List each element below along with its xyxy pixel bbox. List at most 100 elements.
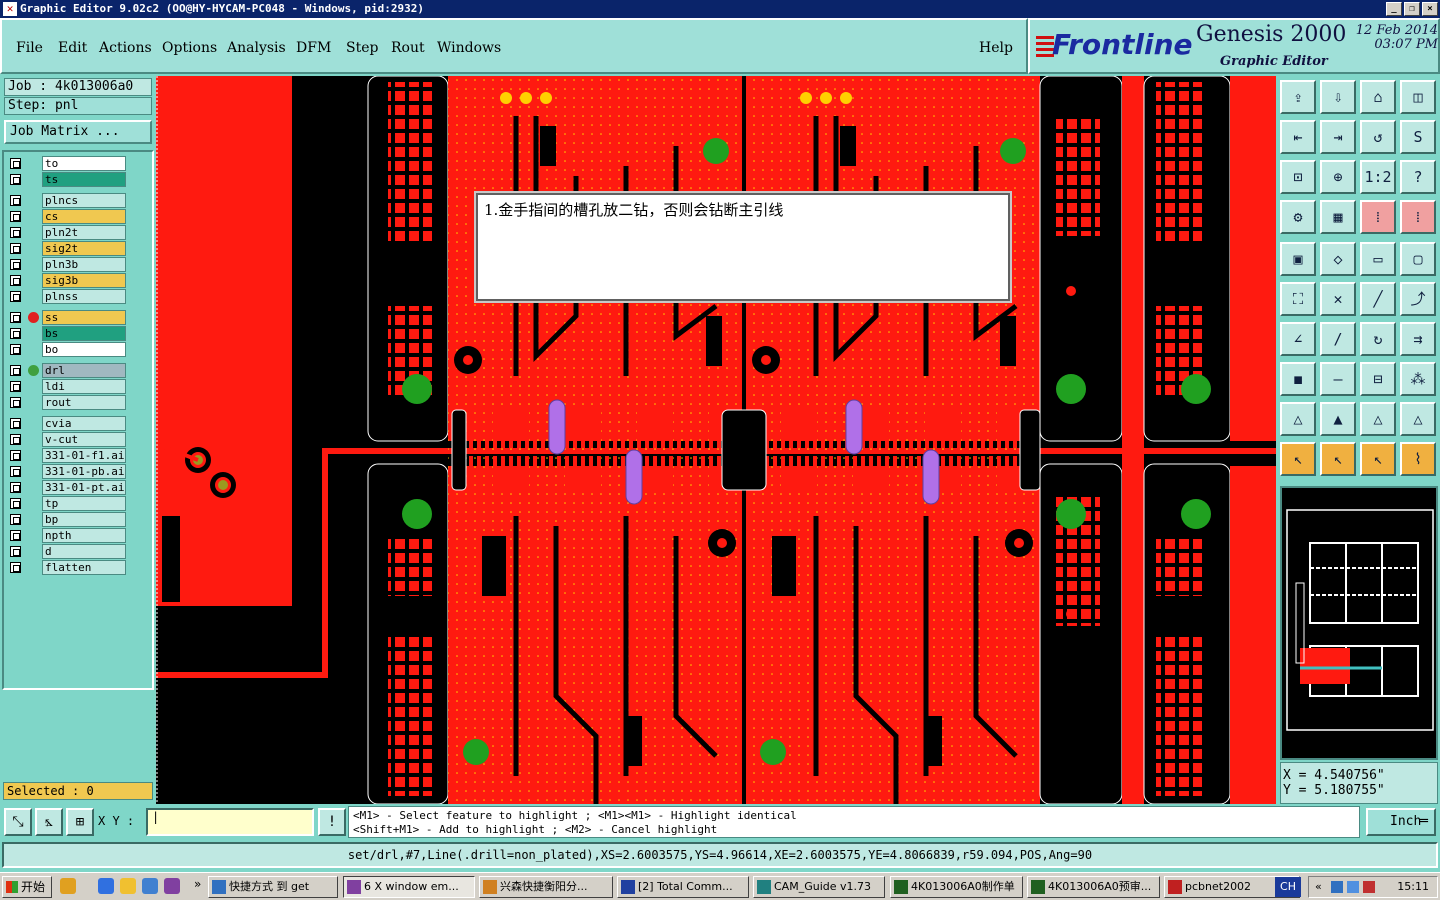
tool-tri2-icon[interactable]: ▲ (1320, 402, 1356, 436)
layer-checkbox[interactable] (10, 291, 21, 302)
tool-line-icon[interactable]: ╱ (1360, 282, 1396, 316)
layer-row-d[interactable]: d (8, 544, 128, 559)
tool-pan-icon[interactable]: ⇩ (1320, 80, 1356, 114)
xwin-icon[interactable] (164, 878, 180, 894)
menu-rout[interactable]: Rout (391, 40, 425, 56)
input-language[interactable]: CH (1275, 877, 1301, 897)
tool-frame-icon[interactable]: ▢ (1400, 242, 1436, 276)
layer-name[interactable]: pln2t (42, 225, 126, 240)
layer-checkbox[interactable] (10, 259, 21, 270)
layer-row-pln2t[interactable]: pln2t (8, 225, 128, 240)
tool-select-icon[interactable]: ▣ (1280, 242, 1316, 276)
tool-pointer-icon[interactable]: ↖ (1280, 442, 1316, 476)
menu-edit[interactable]: Edit (58, 40, 87, 56)
menu-actions[interactable]: Actions (99, 40, 152, 56)
layer-checkbox[interactable] (10, 312, 21, 323)
xy-input[interactable]: | (146, 808, 314, 836)
slot-drill[interactable] (845, 399, 863, 455)
tool-split-icon[interactable]: ◫ (1400, 80, 1436, 114)
layer-checkbox[interactable] (10, 195, 21, 206)
layer-name[interactable]: pln3b (42, 257, 126, 272)
layer-checkbox[interactable] (10, 397, 21, 408)
tool-zoom-fit-icon[interactable]: ⊡ (1280, 160, 1316, 194)
layer-name[interactable]: ldi (42, 379, 126, 394)
layer-name[interactable]: flatten (42, 560, 126, 575)
layer-checkbox[interactable] (10, 466, 21, 477)
menu-windows[interactable]: Windows (437, 40, 501, 56)
tool-minus-icon[interactable]: — (1320, 362, 1356, 396)
tool-display-icon[interactable]: ⇪ (1280, 80, 1316, 114)
tool-drill2-icon[interactable]: ⁞ (1400, 200, 1436, 234)
layer-checkbox[interactable] (10, 174, 21, 185)
tool-tri3-icon[interactable]: △ (1360, 402, 1396, 436)
layer-row-flatten[interactable]: flatten (8, 560, 128, 575)
layer-checkbox[interactable] (10, 498, 21, 509)
tool-drill-icon[interactable]: ⁞ (1360, 200, 1396, 234)
tool-tri1-icon[interactable]: △ (1280, 402, 1316, 436)
tool-scale-icon[interactable]: 1:2 (1360, 160, 1396, 194)
grid-icon[interactable]: ⊞ (66, 808, 94, 836)
taskbar-task[interactable]: 快捷方式 到 get (208, 876, 338, 898)
start-button[interactable]: 开始 (2, 876, 52, 898)
layer-checkbox[interactable] (10, 158, 21, 169)
clock-app-icon[interactable] (120, 878, 136, 894)
layer-checkbox[interactable] (10, 243, 21, 254)
ie-icon[interactable] (98, 878, 114, 894)
zoom-fit-icon[interactable]: ⤡ (4, 808, 32, 836)
layer-row-bs[interactable]: bs (8, 326, 128, 341)
tool-edit-icon[interactable]: ◇ (1320, 242, 1356, 276)
tool-rotate-icon[interactable]: ↺ (1360, 120, 1396, 154)
tool-measure-icon[interactable]: ⚙ (1280, 200, 1316, 234)
title-bar[interactable]: ✕ Graphic Editor 9.02c2 (OO@HY-HYCAM-PC0… (0, 0, 1440, 18)
layer-row-drl[interactable]: drl (8, 363, 128, 378)
layer-row-sig2t[interactable]: sig2t (8, 241, 128, 256)
layer-row-ldi[interactable]: ldi (8, 379, 128, 394)
tool-slash-icon[interactable]: / (1320, 322, 1356, 356)
menu-step[interactable]: Step (346, 40, 378, 56)
layer-row-npth[interactable]: npth (8, 528, 128, 543)
menu-dfm[interactable]: DFM (296, 40, 331, 56)
clock[interactable]: 15:11 (1397, 877, 1429, 897)
browser-icon[interactable] (142, 878, 158, 894)
tool-tri4-icon[interactable]: △ (1400, 402, 1436, 436)
tool-pointer2-icon[interactable]: ↖ (1320, 442, 1356, 476)
unit-selector[interactable]: Inch ═ (1366, 808, 1436, 836)
tool-angle-icon[interactable]: ∠ (1280, 322, 1316, 356)
layer-name[interactable]: plnss (42, 289, 126, 304)
taskbar-task[interactable]: 兴森快捷衡阳分... (479, 876, 613, 898)
tool-right-icon[interactable]: ⇥ (1320, 120, 1356, 154)
layer-name[interactable]: sig3b (42, 273, 126, 288)
tool-ruler-icon[interactable]: ▭ (1360, 242, 1396, 276)
layer-name[interactable]: ts (42, 172, 126, 187)
overview-map[interactable] (1280, 486, 1438, 760)
layer-checkbox[interactable] (10, 381, 21, 392)
layer-row-sig3b[interactable]: sig3b (8, 273, 128, 288)
layer-checkbox[interactable] (10, 344, 21, 355)
tool-query-icon[interactable]: ? (1400, 160, 1436, 194)
layer-row-pln3b[interactable]: pln3b (8, 257, 128, 272)
network-icon[interactable] (1331, 881, 1343, 893)
slot-drill[interactable] (922, 449, 940, 505)
taskbar-task[interactable]: [2] Total Comm... (617, 876, 749, 898)
layer-name[interactable]: drl (42, 363, 126, 378)
tool-arc-icon[interactable]: ⤴ (1400, 282, 1436, 316)
tool-nodes-icon[interactable]: ⛶ (1280, 282, 1316, 316)
info-icon[interactable]: ! (318, 808, 346, 836)
layer-row-ss[interactable]: ss (8, 310, 128, 325)
layer-checkbox[interactable] (10, 482, 21, 493)
layer-name[interactable]: rout (42, 395, 126, 410)
layer-name[interactable]: 331-01-pb.ai (42, 464, 126, 479)
quicklaunch-icon[interactable] (60, 878, 76, 894)
layer-checkbox[interactable] (10, 328, 21, 339)
layer-checkbox[interactable] (10, 450, 21, 461)
tool-home-icon[interactable]: ⌂ (1360, 80, 1396, 114)
layer-name[interactable]: cs (42, 209, 126, 224)
security-icon[interactable] (1363, 881, 1375, 893)
layer-checkbox[interactable] (10, 530, 21, 541)
taskbar-task[interactable]: 4K013006A0预审... (1027, 876, 1160, 898)
taskbar-task[interactable]: 4K013006A0制作单 (890, 876, 1023, 898)
layer-list[interactable]: to ts plncs cs pln2t sig2t pln3b sig3b plnss ss bs… (2, 150, 154, 690)
close-button[interactable]: × (1422, 2, 1438, 16)
layer-row-cs[interactable]: cs (8, 209, 128, 224)
layer-checkbox[interactable] (10, 546, 21, 557)
